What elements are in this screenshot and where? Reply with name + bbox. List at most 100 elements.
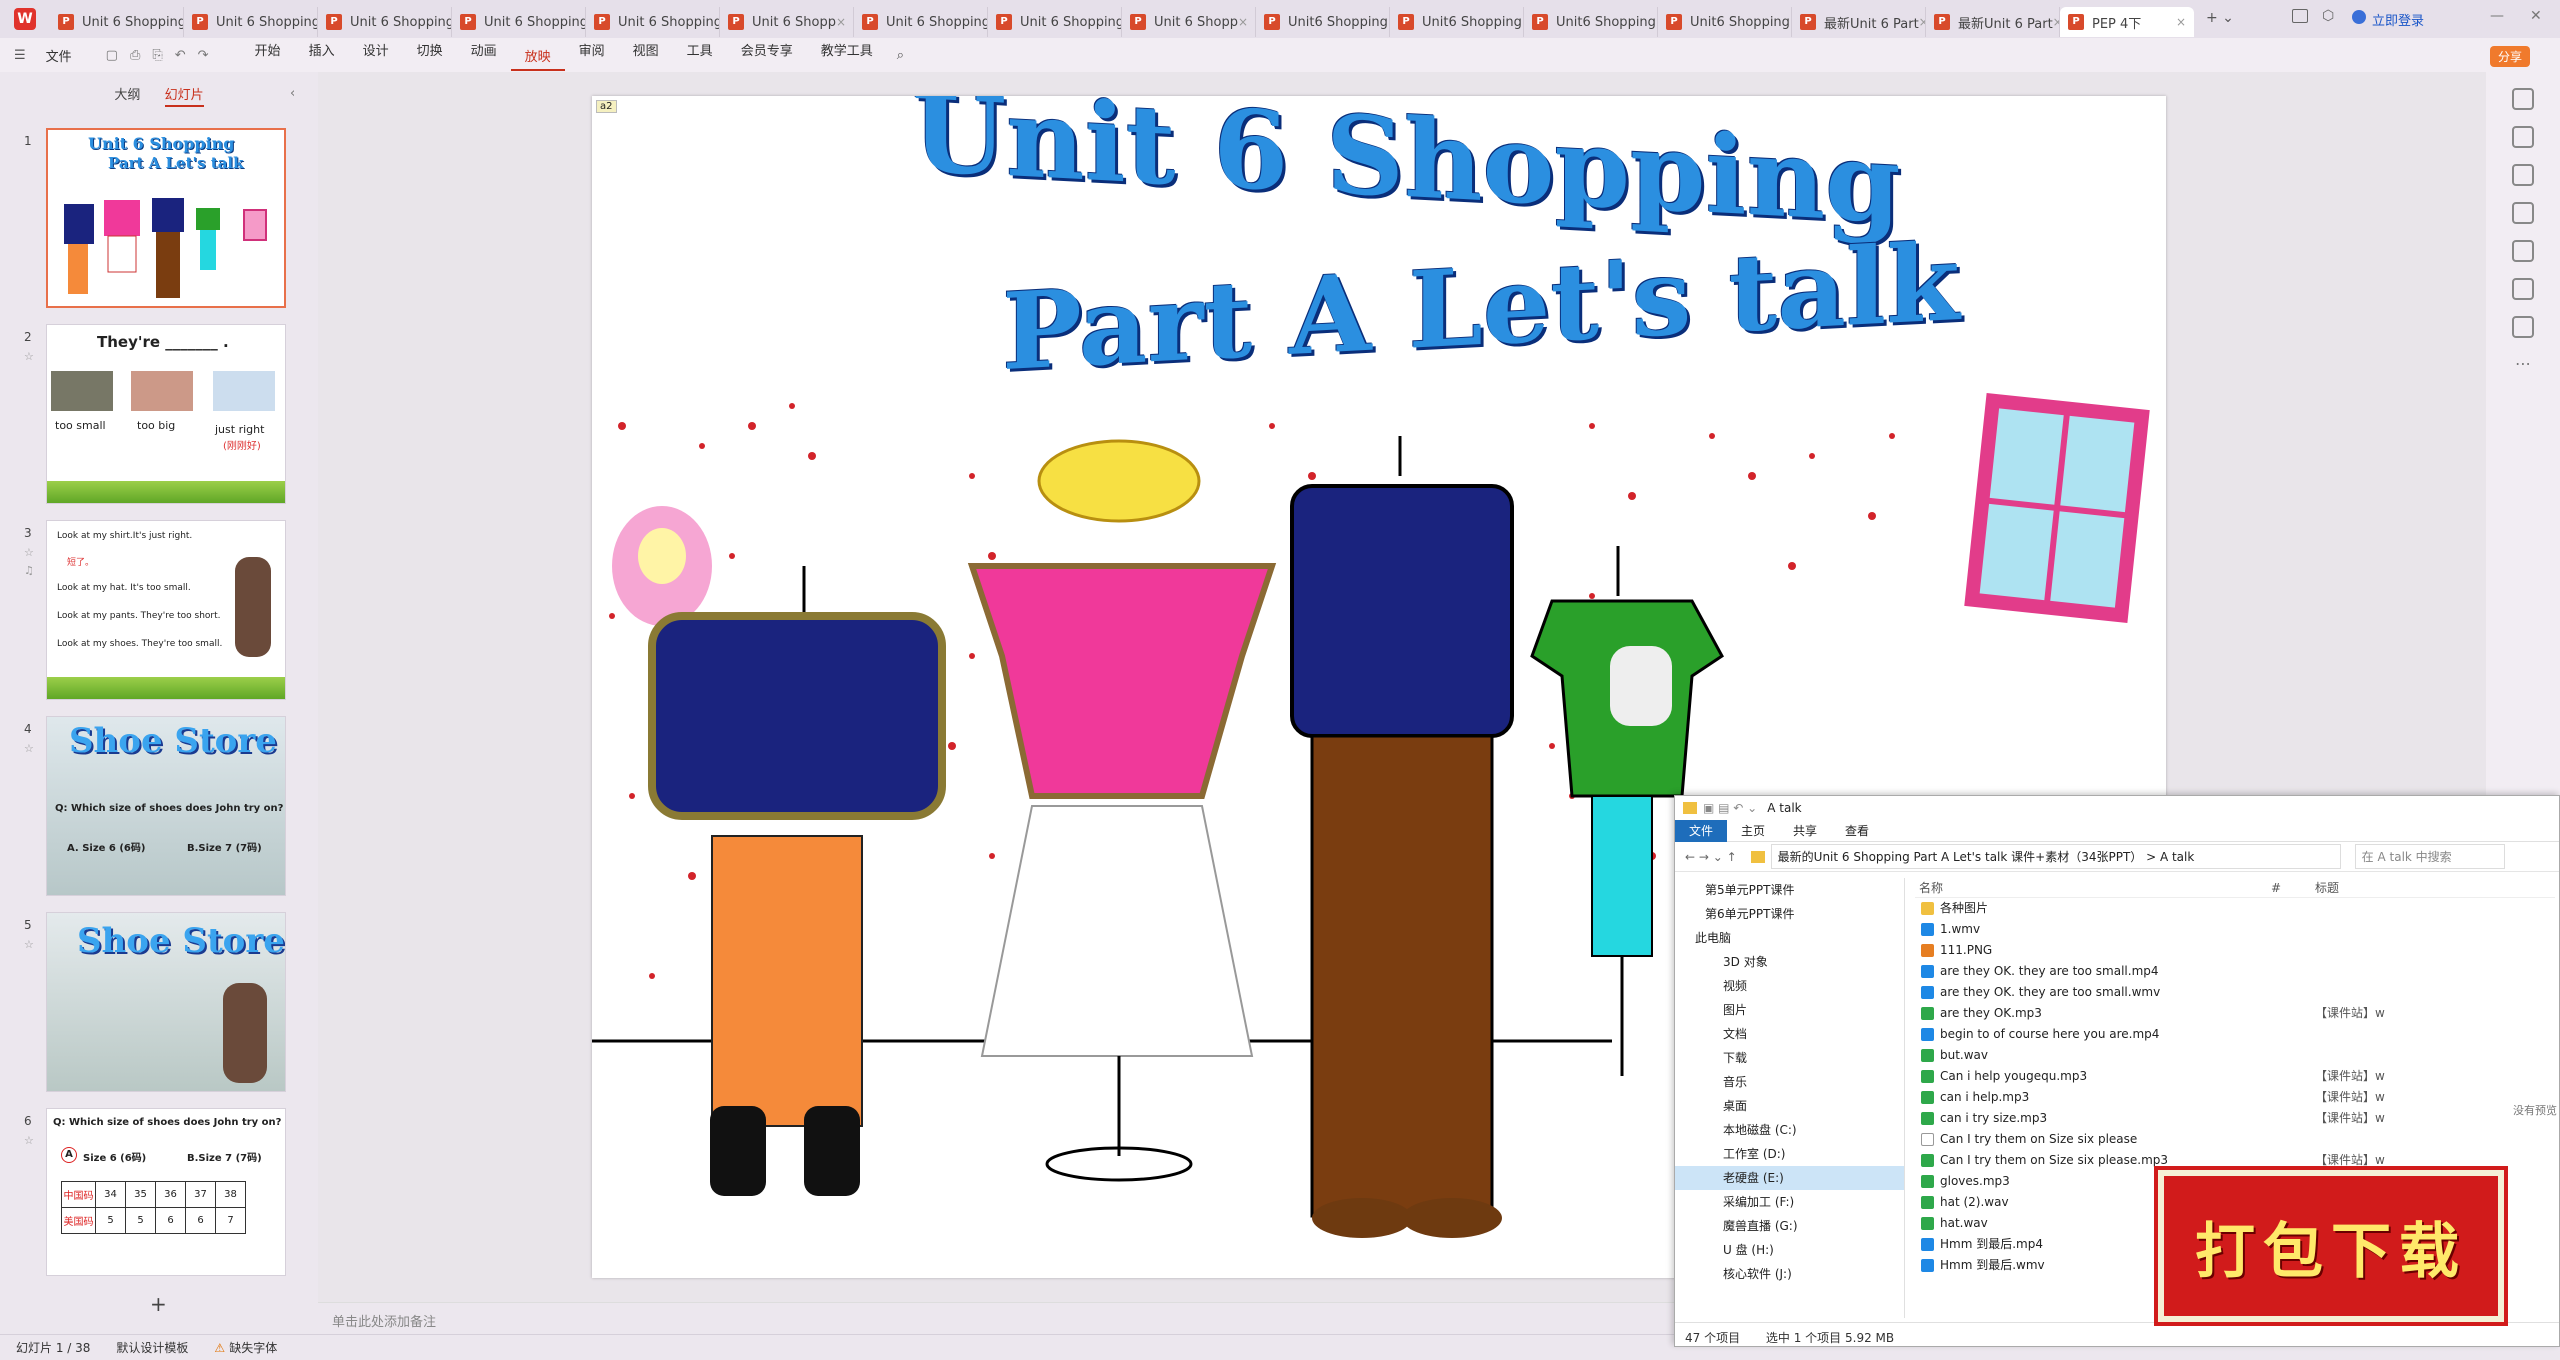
help-icon[interactable] (2512, 278, 2534, 300)
wps-logo-icon[interactable]: W (0, 0, 50, 38)
share-button[interactable]: 分享 (2490, 46, 2531, 67)
close-tab-icon[interactable]: × (2053, 15, 2059, 29)
tab-document[interactable]: P 最新Unit 6 Part× (1926, 7, 2060, 37)
star-icon[interactable]: ☆ (24, 1134, 34, 1147)
slide-thumbnail-1[interactable]: Unit 6 Shopping Part A Let's talk (46, 128, 286, 308)
file-row[interactable]: 各种图片 (1915, 898, 2555, 919)
menu-item[interactable]: 切换 (403, 40, 457, 71)
close-tab-icon[interactable]: × (836, 15, 846, 29)
nav-item[interactable]: 3D 对象 (1675, 950, 1904, 974)
file-row[interactable]: are they OK. they are too small.mp4 (1915, 961, 2555, 982)
col-name-header[interactable]: 名称 (1919, 878, 1943, 898)
tab-document[interactable]: PUnit6 Shopping× (1256, 7, 1390, 37)
col-title-header[interactable]: 标题 (2315, 878, 2339, 898)
more-icon[interactable]: ⋯ (2486, 354, 2560, 373)
file-row[interactable]: 111.PNG (1915, 940, 2555, 961)
breadcrumb[interactable]: 最新的Unit 6 Shopping Part A Let's talk 课件+… (1770, 844, 2341, 869)
menu-file[interactable]: 文件 (32, 46, 86, 65)
nav-item[interactable]: 工作室 (D:) (1675, 1142, 1904, 1166)
add-slide-button[interactable]: + (150, 1292, 167, 1316)
tab-document[interactable]: P PEP 4下 × (2060, 7, 2194, 37)
copy-icon[interactable] (2512, 164, 2534, 186)
nav-item[interactable]: U 盘 (H:) (1675, 1238, 1904, 1262)
tab-document[interactable]: PUnit 6 Shopping× (988, 7, 1122, 37)
menu-item[interactable]: 开始 (241, 40, 295, 71)
slide-thumbnail-5[interactable]: Shoe Store (46, 912, 286, 1092)
menu-item[interactable]: 插入 (295, 40, 349, 71)
star-icon[interactable]: ☆ (24, 938, 34, 951)
tab-document[interactable]: PUnit 6 Shopping× (318, 7, 452, 37)
tab-document[interactable]: PUnit 6 Shopping× (854, 7, 988, 37)
nav-item[interactable]: 此电脑 (1675, 926, 1904, 950)
template-label[interactable]: 默认设计模板 (116, 1339, 188, 1356)
slide-thumbnail-6[interactable]: Q: Which size of shoes does John try on?… (46, 1108, 286, 1276)
star-icon[interactable] (2512, 126, 2534, 148)
window-icon[interactable] (2292, 9, 2308, 23)
file-row[interactable]: Can I try them on Size six please (1915, 1129, 2555, 1150)
tab-slides[interactable]: 幻灯片 (164, 88, 204, 107)
menu-item[interactable]: 动画 (457, 40, 511, 71)
menu-item[interactable]: 放映 (510, 46, 565, 71)
menu-item[interactable]: 审阅 (565, 40, 619, 71)
tab-document[interactable]: P Unit 6 Shopp × (1122, 7, 1256, 37)
magic-icon[interactable] (2512, 240, 2534, 262)
nav-item[interactable]: 桌面 (1675, 1094, 1904, 1118)
slide-thumbnail-3[interactable]: Look at my shirt.It's just right. 短了。 Lo… (46, 520, 286, 700)
tab-document[interactable]: PUnit6 Shopping× (1524, 7, 1658, 37)
col-num-header[interactable]: # (2271, 878, 2281, 898)
menu-item[interactable]: 教学工具 (807, 40, 887, 71)
ribbon-tab[interactable]: 查看 (1831, 822, 1883, 839)
nav-arrows-icon[interactable]: ← → ⌄ ↑ (1685, 850, 1737, 864)
close-tab-icon[interactable]: × (1919, 15, 1925, 29)
tab-outline[interactable]: 大纲 (114, 88, 140, 103)
star-icon[interactable]: ☆ (24, 546, 34, 559)
download-banner[interactable]: 打包下载 (2158, 1170, 2504, 1322)
ribbon-tab[interactable]: 文件 (1675, 819, 1728, 842)
file-row[interactable]: are they OK. they are too small.wmv (1915, 982, 2555, 1003)
file-row[interactable]: Can I try them on Size six please.mp3 【课件… (1915, 1150, 2555, 1171)
file-row[interactable]: can i try size.mp3 【课件站】w (1915, 1108, 2555, 1129)
missing-font-label[interactable]: 缺失字体 (229, 1339, 277, 1356)
tab-document[interactable]: PUnit6 Shopping× (1658, 7, 1792, 37)
quick-access-icons[interactable]: ▣ ▤ ↶ ⌄ (1703, 801, 1757, 815)
file-row[interactable]: are they OK.mp3 【课件站】w (1915, 1003, 2555, 1024)
nav-item[interactable]: 第5单元PPT课件 (1675, 878, 1904, 902)
tab-document[interactable]: P 最新Unit 6 Part× (1792, 7, 1926, 37)
file-row[interactable]: Can i help yougequ.mp3 【课件站】w (1915, 1066, 2555, 1087)
image-icon[interactable] (2512, 202, 2534, 224)
nav-item[interactable]: 下载 (1675, 1046, 1904, 1070)
user-avatar-icon[interactable] (2352, 10, 2366, 24)
menu-item[interactable]: 会员专享 (727, 40, 807, 71)
cube-icon[interactable]: ⬡ (2322, 8, 2334, 24)
collapse-panel-icon[interactable]: ‹ (290, 86, 295, 101)
slide-thumbnail-4[interactable]: Shoe Store Q: Which size of shoes does J… (46, 716, 286, 896)
nav-item[interactable]: 文档 (1675, 1022, 1904, 1046)
login-link[interactable]: 立即登录 (2372, 10, 2424, 29)
ribbon-tab[interactable]: 共享 (1779, 822, 1831, 839)
menu-item[interactable]: 工具 (673, 40, 727, 71)
tools-icon[interactable] (2512, 316, 2534, 338)
file-row[interactable]: but.wav (1915, 1045, 2555, 1066)
nav-item[interactable]: 核心软件 (J:) (1675, 1262, 1904, 1286)
slide-thumbnail-2[interactable]: They're _______ . too small too big just… (46, 324, 286, 504)
tab-document[interactable]: P Unit 6 Shopp × (720, 7, 854, 37)
nav-item[interactable]: 魔兽直播 (G:) (1675, 1214, 1904, 1238)
hamburger-icon[interactable]: ☰ (0, 48, 32, 63)
audio-icon[interactable]: ♫ (24, 564, 34, 577)
tab-document[interactable]: PUnit 6 Shopping× (586, 7, 720, 37)
close-tab-icon[interactable]: × (1238, 15, 1248, 29)
nav-item[interactable]: 音乐 (1675, 1070, 1904, 1094)
file-row[interactable]: can i help.mp3 【课件站】w (1915, 1087, 2555, 1108)
menu-item[interactable]: 设计 (349, 40, 403, 71)
tab-document[interactable]: PUnit 6 Shopping× (184, 7, 318, 37)
new-tab-button[interactable]: + ⌄ (2206, 10, 2234, 26)
file-row[interactable]: 1.wmv (1915, 919, 2555, 940)
nav-item[interactable]: 图片 (1675, 998, 1904, 1022)
tab-document[interactable]: PUnit6 Shopping× (1390, 7, 1524, 37)
nav-item[interactable]: 视频 (1675, 974, 1904, 998)
nav-item[interactable]: 第6单元PPT课件 (1675, 902, 1904, 926)
file-row[interactable]: begin to of course here you are.mp4 (1915, 1024, 2555, 1045)
tab-document[interactable]: PUnit 6 Shopping× (452, 7, 586, 37)
quick-access-icons[interactable]: ▢⎙⎘↶↷ (86, 48, 241, 63)
explorer-search-input[interactable]: 在 A talk 中搜索 (2354, 844, 2505, 869)
